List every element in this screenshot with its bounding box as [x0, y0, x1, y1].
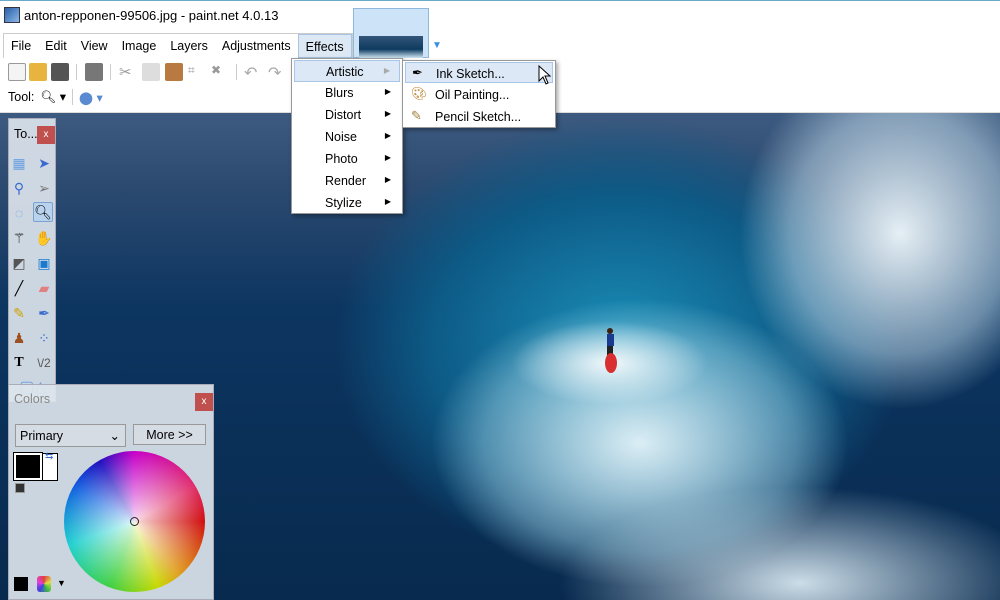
colors-window-title: Colors: [14, 392, 51, 406]
menu-file[interactable]: File: [4, 34, 38, 58]
gradient-icon[interactable]: ▣: [34, 253, 54, 273]
swap-colors-icon[interactable]: ⇆: [45, 451, 53, 462]
palette-dropdown-icon[interactable]: ▼: [57, 578, 66, 588]
mouse-cursor-icon: [538, 65, 552, 85]
text-icon[interactable]: T: [9, 353, 29, 373]
effects-item-blurs[interactable]: Blurs ▶: [294, 82, 400, 104]
ink-sketch-item[interactable]: ✒ Ink Sketch...: [405, 62, 553, 83]
app-icon: [4, 7, 20, 23]
deselect-icon[interactable]: ✖: [211, 63, 229, 81]
undo-icon[interactable]: ↶: [244, 63, 262, 82]
crop-icon[interactable]: ⌗: [188, 63, 206, 81]
pencil-icon[interactable]: ✎: [9, 303, 29, 323]
effects-item-photo[interactable]: Photo ▶: [294, 148, 400, 170]
window-title: anton-repponen-99506.jpg - paint.net 4.0…: [24, 8, 279, 23]
color-wheel[interactable]: [64, 451, 205, 592]
print-icon[interactable]: [85, 63, 103, 81]
reset-colors-icon[interactable]: [15, 483, 25, 493]
menu-view[interactable]: View: [74, 34, 115, 58]
title-bar: anton-repponen-99506.jpg - paint.net 4.0…: [0, 0, 1000, 30]
rectangle-select-icon[interactable]: ▦: [9, 153, 29, 173]
colors-window: Colors x Primary ⌄ More >> ⇆ ▼: [8, 384, 214, 600]
pencil-sketch-item[interactable]: ✎ Pencil Sketch...: [405, 106, 553, 127]
menu-effects[interactable]: Effects: [297, 34, 352, 58]
surfer-figure: [605, 328, 617, 373]
effects-item-artistic[interactable]: Artistic ▶: [294, 60, 400, 82]
cut-icon[interactable]: ✂: [119, 63, 137, 81]
thumbnail-image: [359, 36, 423, 58]
image-tab-thumbnail[interactable]: [353, 8, 429, 58]
paintbrush-icon[interactable]: ╱: [9, 278, 29, 298]
eraser-icon[interactable]: ▰: [34, 278, 54, 298]
menu-layers[interactable]: Layers: [163, 34, 215, 58]
menu-image[interactable]: Image: [115, 34, 164, 58]
more-colors-button[interactable]: More >>: [133, 424, 206, 445]
tool-selector-row: Tool: 🔍︎ ▾ ⬤ ▾: [8, 89, 103, 105]
recolor-icon[interactable]: ⁘: [34, 328, 54, 348]
effects-menu: Artistic ▶ Blurs ▶ Distort ▶ Noise ▶ Photo ▶ …: [291, 58, 403, 214]
ink-pen-icon: ✒: [412, 65, 423, 80]
color-wheel-cursor[interactable]: [130, 517, 139, 526]
move-selected-icon[interactable]: ➤: [34, 153, 54, 173]
zoom-tool-dropdown[interactable]: 🔍︎ ▾: [40, 89, 66, 105]
effects-item-stylize[interactable]: Stylize ▶: [294, 192, 400, 214]
effects-item-noise[interactable]: Noise ▶: [294, 126, 400, 148]
line-curve-icon[interactable]: \/2: [34, 353, 54, 373]
new-icon[interactable]: [8, 63, 26, 81]
zoom-tool-icon[interactable]: 🔍︎: [33, 202, 53, 222]
tools-window: To... x ▦ ➤ ⚲ ➢ ◌ 🔍︎ ⚚ ✋ ◩ ▣ ╱ ▰ ✎ ✒ ♟ ⁘…: [8, 118, 56, 402]
clone-stamp-icon[interactable]: ♟: [9, 328, 29, 348]
copy-icon[interactable]: [142, 63, 160, 81]
selection-mode-dropdown[interactable]: ⬤ ▾: [79, 90, 103, 105]
save-icon[interactable]: [51, 63, 69, 81]
color-picker-icon[interactable]: ✒: [34, 303, 54, 323]
ellipse-select-icon[interactable]: ◌: [9, 203, 29, 223]
move-selection-icon[interactable]: ➢: [34, 178, 54, 198]
magic-wand-icon[interactable]: ⚚: [9, 228, 29, 248]
menu-adjustments[interactable]: Adjustments: [215, 34, 298, 58]
oil-painting-item[interactable]: 🎨︎ Oil Painting...: [405, 84, 553, 105]
lasso-select-icon[interactable]: ⚲: [9, 178, 29, 198]
tools-window-title: To...: [14, 127, 38, 141]
artistic-submenu: ✒ Ink Sketch... 🎨︎ Oil Painting... ✎ Pencil…: [402, 60, 556, 128]
primary-color-swatch[interactable]: [13, 452, 43, 481]
open-icon[interactable]: [29, 63, 47, 81]
redo-icon[interactable]: ↷: [268, 63, 286, 82]
paint-bucket-icon[interactable]: ◩: [9, 253, 29, 273]
effects-item-render[interactable]: Render ▶: [294, 170, 400, 192]
palette-icon[interactable]: [37, 576, 51, 592]
menu-bar: File Edit View Image Layers Adjustments …: [3, 33, 353, 58]
add-to-palette-icon[interactable]: [14, 577, 28, 591]
colors-close-button[interactable]: x: [195, 393, 213, 411]
tool-label: Tool:: [8, 90, 35, 104]
pencil-paper-icon: ✎: [411, 108, 422, 123]
paste-icon[interactable]: [165, 63, 183, 81]
color-mode-dropdown[interactable]: Primary ⌄: [15, 424, 126, 447]
effects-item-distort[interactable]: Distort ▶: [294, 104, 400, 126]
tools-close-button[interactable]: x: [37, 126, 55, 144]
menu-edit[interactable]: Edit: [38, 34, 74, 58]
pan-icon[interactable]: ✋: [34, 228, 54, 248]
color-mode-value: Primary: [20, 429, 64, 443]
palette-brush-icon: 🎨︎: [411, 86, 428, 101]
tab-list-dropdown-icon[interactable]: ▼: [432, 40, 442, 51]
